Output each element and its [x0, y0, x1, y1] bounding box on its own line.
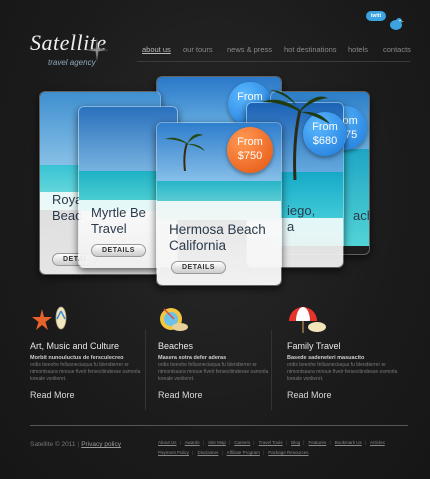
page: Satellite travel agency twitt about us o… [0, 0, 430, 479]
nav-divider [137, 61, 410, 62]
palm-tree-icon [165, 134, 205, 171]
copyright: Satellite © 2011 | Privacy policy [30, 441, 121, 448]
footer-links-row2: Payment Policy | Disclaimer | Affiliate Pr… [158, 450, 309, 455]
footer-link[interactable]: Bookmark Us [335, 440, 362, 445]
footer-divider [30, 425, 408, 426]
twitter-bubble: twitt [366, 11, 386, 21]
column-divider [271, 330, 272, 410]
feature-title: Beaches [158, 341, 194, 351]
read-more-link[interactable]: Read More [30, 390, 75, 400]
main-nav: about us our tours news & press hot dest… [0, 45, 430, 59]
card-title-line2: California [169, 238, 227, 253]
footer-link[interactable]: Features [309, 440, 327, 445]
feature-subtitle: Morbit nunouluctus de fersculecreo [30, 355, 124, 361]
read-more-link[interactable]: Read More [158, 390, 203, 400]
feature-text: ordis beeohe fellusneciaqua fu blendierr… [30, 362, 141, 382]
footer-link[interactable]: Blog [291, 440, 300, 445]
footer-link[interactable]: Disclaimer [197, 450, 218, 455]
nav-news-press[interactable]: news & press [227, 45, 272, 54]
feature-subtitle: Basede sadeneteri masuacito [287, 355, 365, 361]
footer-links-row1: About Us | Awards | Site Map | Careers | Tra… [158, 440, 385, 445]
feature-text: ordis beeohe fellusneciaqua fu blendierr… [158, 362, 269, 382]
footer-link[interactable]: Package Resources [268, 450, 308, 455]
card-title-line2: ach [353, 208, 369, 223]
logo-subtitle: travel agency [48, 58, 96, 67]
beach-drink-icon [160, 308, 188, 331]
nav-about-us[interactable]: about us [142, 45, 171, 54]
nav-contacts[interactable]: contacts [383, 45, 411, 54]
footer-link[interactable]: Site Map [208, 440, 226, 445]
feature-title: Art, Music and Culture [30, 341, 120, 351]
beach-umbrella-icon [289, 307, 326, 333]
column-divider [145, 330, 146, 410]
feature-text: ordis beeohe fellusneciaqua fu blendierr… [287, 362, 398, 382]
details-button[interactable]: DETAILS [91, 244, 146, 257]
details-button[interactable]: DETAILS [171, 261, 226, 274]
destination-cards: From $ Roya Beac DETAI ach From $775 M [0, 70, 430, 300]
footer-link[interactable]: About Us [158, 440, 177, 445]
card-title-line2: Travel [91, 221, 127, 236]
starfish-flipflops-icon [32, 306, 67, 330]
copyright-text: Satellite © 2011 [30, 441, 76, 448]
read-more-link[interactable]: Read More [287, 390, 332, 400]
nav-our-tours[interactable]: our tours [183, 45, 213, 54]
feature-subtitle: Masera sotra defer aderas [158, 355, 227, 361]
footer-link[interactable]: Awards [185, 440, 200, 445]
footer-links: About Us | Awards | Site Map | Careers | Tra… [158, 438, 408, 458]
twitter-bird-icon [390, 18, 404, 30]
footer-link[interactable]: Payment Policy [158, 450, 189, 455]
card-title-line2: a [287, 219, 295, 234]
card-title-line1: Hermosa Beach [169, 222, 266, 237]
nav-hot-destinations[interactable]: hot destinations [284, 45, 337, 54]
footer-link[interactable]: Articles [370, 440, 385, 445]
nav-hotels[interactable]: hotels [348, 45, 368, 54]
privacy-policy-link[interactable]: Privacy policy [81, 441, 121, 448]
footer-link[interactable]: Affiliate Program [227, 450, 260, 455]
feature-title: Family Travel [287, 341, 341, 351]
footer-link[interactable]: Careers [234, 440, 250, 445]
footer-link[interactable]: Travel Tools [259, 440, 283, 445]
card-title-line1: Myrtle Be [91, 205, 146, 220]
card-title-line1: iego, [287, 203, 316, 218]
price-badge-hermosa: From $750 [227, 127, 273, 173]
